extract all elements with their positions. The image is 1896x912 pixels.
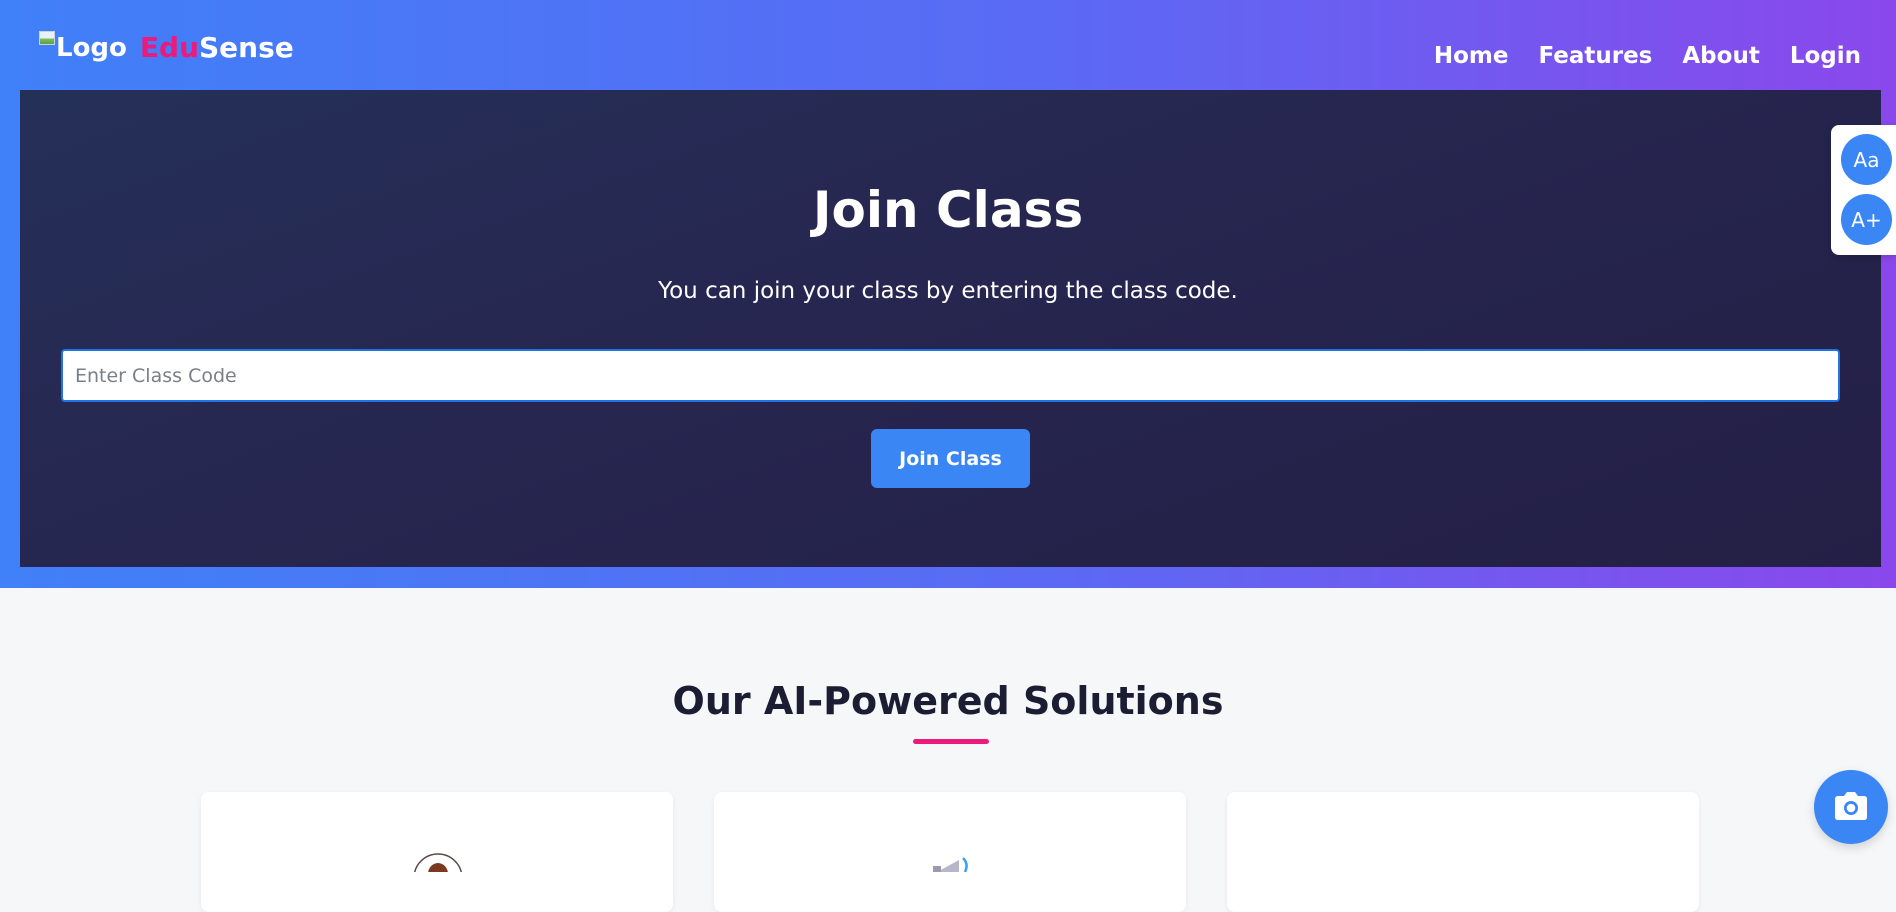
join-class-description: You can join your class by entering the … bbox=[658, 278, 1238, 304]
main-nav: Home Features About Login bbox=[1434, 38, 1861, 74]
nav-home[interactable]: Home bbox=[1434, 38, 1509, 74]
broken-image-icon bbox=[39, 31, 55, 45]
brand-name-sense: Sense bbox=[199, 31, 294, 64]
brand-name-edu: Edu bbox=[139, 31, 200, 64]
hero-section: Logo EduSense Home Features About Login … bbox=[0, 0, 1896, 588]
solution-card bbox=[714, 792, 1186, 912]
camera-button[interactable] bbox=[1814, 770, 1888, 844]
accessibility-toolbar: Aa A+ bbox=[1831, 125, 1896, 255]
nav-login[interactable]: Login bbox=[1790, 38, 1861, 74]
brand-name[interactable]: EduSense bbox=[140, 24, 294, 72]
title-underline bbox=[913, 739, 989, 744]
solution-card bbox=[201, 792, 673, 912]
join-class-panel bbox=[20, 90, 1881, 567]
increase-font-button[interactable]: A+ bbox=[1841, 194, 1892, 245]
join-class-button[interactable]: Join Class bbox=[871, 429, 1030, 488]
join-class-title: Join Class bbox=[812, 181, 1084, 239]
solution-card bbox=[1227, 792, 1699, 912]
avatar-icon bbox=[412, 852, 464, 872]
nav-features[interactable]: Features bbox=[1538, 38, 1652, 74]
font-style-button[interactable]: Aa bbox=[1841, 134, 1892, 185]
header-brand[interactable]: Logo EduSense bbox=[39, 31, 294, 72]
logo-alt-text: Logo bbox=[56, 33, 127, 63]
nav-about[interactable]: About bbox=[1682, 38, 1759, 74]
class-code-input[interactable] bbox=[61, 349, 1840, 402]
megaphone-icon bbox=[925, 852, 977, 872]
logo-image[interactable]: Logo bbox=[39, 24, 127, 72]
solutions-title: Our AI-Powered Solutions bbox=[672, 679, 1224, 723]
camera-icon bbox=[1834, 791, 1868, 823]
